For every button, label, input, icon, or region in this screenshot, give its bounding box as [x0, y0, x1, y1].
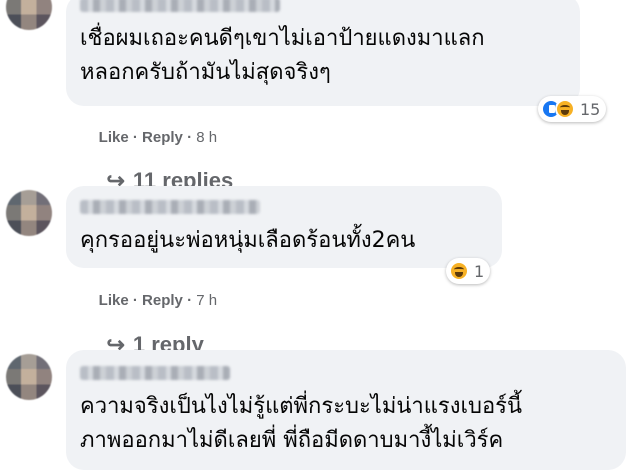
- author-name-blurred[interactable]: [80, 0, 280, 12]
- comment-bubble: ความจริงเป็นไงไม่รู้แต่พี่กระบะไม่น่าแรง…: [66, 350, 626, 470]
- avatar[interactable]: [6, 190, 52, 236]
- comment-text-line-2: ภาพออกมาไม่ดีเลยพี่ พี่ถือมีดดาบมางี้ไม่…: [80, 428, 504, 453]
- author-name-blurred[interactable]: [80, 200, 260, 214]
- comment-text-line-1: เชื่อผมเถอะคนดีๆเขาไม่เอาป้ายแดงมาแลก: [80, 26, 485, 51]
- comment-text-line-1: ความจริงเป็นไงไม่รู้แต่พี่กระบะไม่น่าแรง…: [80, 394, 523, 419]
- reaction-count: 15: [580, 99, 601, 119]
- avatar[interactable]: [6, 354, 52, 400]
- author-name-blurred[interactable]: [80, 366, 230, 380]
- haha-icon: [449, 261, 469, 281]
- comment-bubble: คุกรออยู่นะพ่อหนุ่มเลือดร้อนทั้ง2คน: [66, 186, 502, 268]
- comment-text-line-1: คุกรออยู่นะพ่อหนุ่มเลือดร้อนทั้ง2คน: [80, 228, 416, 253]
- comment-bubble: เชื่อผมเถอะคนดีๆเขาไม่เอาป้ายแดงมาแลก หล…: [66, 0, 580, 106]
- reaction-summary[interactable]: 1: [446, 258, 491, 284]
- reaction-summary[interactable]: 15: [538, 96, 607, 122]
- comment-text-line-2: หลอกครับถ้ามันไม่สุดจริงๆ: [80, 60, 331, 85]
- avatar[interactable]: [6, 0, 52, 30]
- reaction-count: 1: [474, 261, 485, 281]
- haha-icon: [555, 99, 575, 119]
